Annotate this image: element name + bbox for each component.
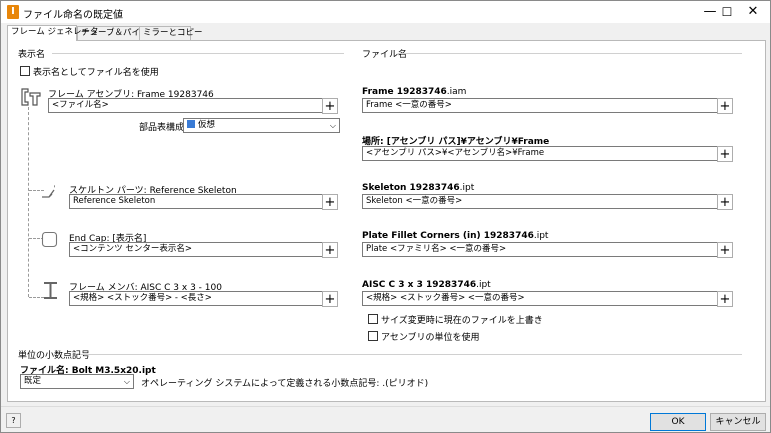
bom-structure-label: 部品表構成 xyxy=(139,123,185,133)
use-filename-label: 表示名としてファイル名を使用 xyxy=(33,68,159,78)
frame-member-add-button[interactable]: + xyxy=(322,291,338,307)
bom-structure-value: 仮想 xyxy=(198,120,216,130)
chevron-down-icon: ⌵ xyxy=(123,377,130,386)
window-title: ファイル命名の既定値 xyxy=(23,10,123,21)
decimal-separator-note: オペレーティング システムによって定義される小数点記号: .(ピリオド) xyxy=(141,379,429,389)
location-input[interactable]: <アセンブリ パス>¥<アセンブリ名>¥Frame xyxy=(362,146,718,161)
decimal-separator-value: 既定 xyxy=(24,376,42,386)
end-cap-add-button[interactable]: + xyxy=(322,242,338,258)
help-button[interactable]: ? xyxy=(6,413,21,428)
close-button[interactable]: ✕ xyxy=(736,1,770,23)
frame-assembly-add-button[interactable]: + xyxy=(322,98,338,114)
ok-button[interactable]: OK xyxy=(650,413,706,431)
frame-member-icon xyxy=(44,282,57,299)
frame-member-file-add-button[interactable]: + xyxy=(717,291,733,307)
skeleton-file-input[interactable]: Skeleton <一意の番号> xyxy=(362,194,718,209)
skeleton-file-name: Skeleton 19283746 xyxy=(362,183,460,193)
frame-member-file-label: AISC C 3 x 3 19283746.ipt xyxy=(362,280,491,290)
frame-member-file-name: AISC C 3 x 3 19283746 xyxy=(362,280,477,290)
skeleton-add-button[interactable]: + xyxy=(322,194,338,210)
frame-member-file-ext: .ipt xyxy=(476,280,491,290)
section-divider xyxy=(52,53,344,54)
skeleton-name-input[interactable]: Reference Skeleton xyxy=(69,194,323,209)
title-bar: I ファイル命名の既定値 — ☐ ✕ xyxy=(1,1,770,23)
decimal-separator-select[interactable]: 既定 ⌵ xyxy=(20,374,134,389)
location-add-button[interactable]: + xyxy=(717,146,733,162)
frame-assembly-file-input[interactable]: Frame <一意の番号> xyxy=(362,98,718,113)
frame-assembly-file-ext: .iam xyxy=(446,87,467,97)
frame-member-file-input[interactable]: <規格> <ストック番号> <一意の番号> xyxy=(362,291,718,306)
use-filename-checkbox[interactable] xyxy=(20,66,30,76)
cancel-button[interactable]: キャンセル xyxy=(710,413,766,431)
skeleton-file-label: Skeleton 19283746.ipt xyxy=(362,183,474,193)
section-divider xyxy=(398,53,742,54)
end-cap-file-label: Plate Fillet Corners (in) 19283746.ipt xyxy=(362,231,548,241)
end-cap-file-input[interactable]: Plate <ファミリ名> <一意の番号> xyxy=(362,242,718,257)
display-name-heading: 表示名 xyxy=(18,50,46,60)
end-cap-file-name: Plate Fillet Corners (in) 19283746 xyxy=(362,231,534,241)
end-cap-file-add-button[interactable]: + xyxy=(717,242,733,258)
end-cap-file-ext: .ipt xyxy=(533,231,549,241)
virtual-component-icon xyxy=(187,120,195,128)
tab-frame-generator[interactable]: フレーム ジェネレータ xyxy=(7,25,98,41)
skeleton-file-add-button[interactable]: + xyxy=(717,194,733,210)
use-assembly-units-checkbox[interactable] xyxy=(368,331,378,341)
tab-mirror-and-copy[interactable]: ミラーとコピー xyxy=(139,26,203,40)
frame-assembly-file-label: Frame 19283746.iam xyxy=(362,87,466,97)
end-cap-icon xyxy=(41,231,58,248)
frame-assembly-file-add-button[interactable]: + xyxy=(717,98,733,114)
skeleton-part-icon xyxy=(42,185,55,198)
inventor-app-icon: I xyxy=(7,5,19,19)
tree-connector xyxy=(28,107,29,297)
overwrite-on-resize-checkbox[interactable] xyxy=(368,314,378,324)
tab-panel: 表示名 表示名としてファイル名を使用 フレーム アセンブリ: Frame 192… xyxy=(7,40,766,402)
frame-member-name-input[interactable]: <規格> <ストック番号> - <長さ> xyxy=(69,291,323,306)
frame-assembly-icon xyxy=(21,88,41,106)
dialog-window: I ファイル命名の既定値 — ☐ ✕ フレーム ジェネレータ チューブ＆パイプ … xyxy=(0,0,771,433)
end-cap-name-input[interactable]: <コンテンツ センター表示名> xyxy=(69,242,323,257)
section-divider xyxy=(80,354,742,355)
frame-assembly-file-name: Frame 19283746 xyxy=(362,87,447,97)
chevron-down-icon: ⌵ xyxy=(329,121,336,130)
footer-divider xyxy=(1,406,770,407)
skeleton-file-ext: .ipt xyxy=(459,183,475,193)
frame-assembly-name-input[interactable]: <ファイル名> xyxy=(48,98,323,113)
overwrite-on-resize-label: サイズ変更時に現在のファイルを上書き xyxy=(381,316,543,326)
use-assembly-units-label: アセンブリの単位を使用 xyxy=(381,333,480,343)
bom-structure-select[interactable]: 仮想 ⌵ xyxy=(183,118,340,133)
